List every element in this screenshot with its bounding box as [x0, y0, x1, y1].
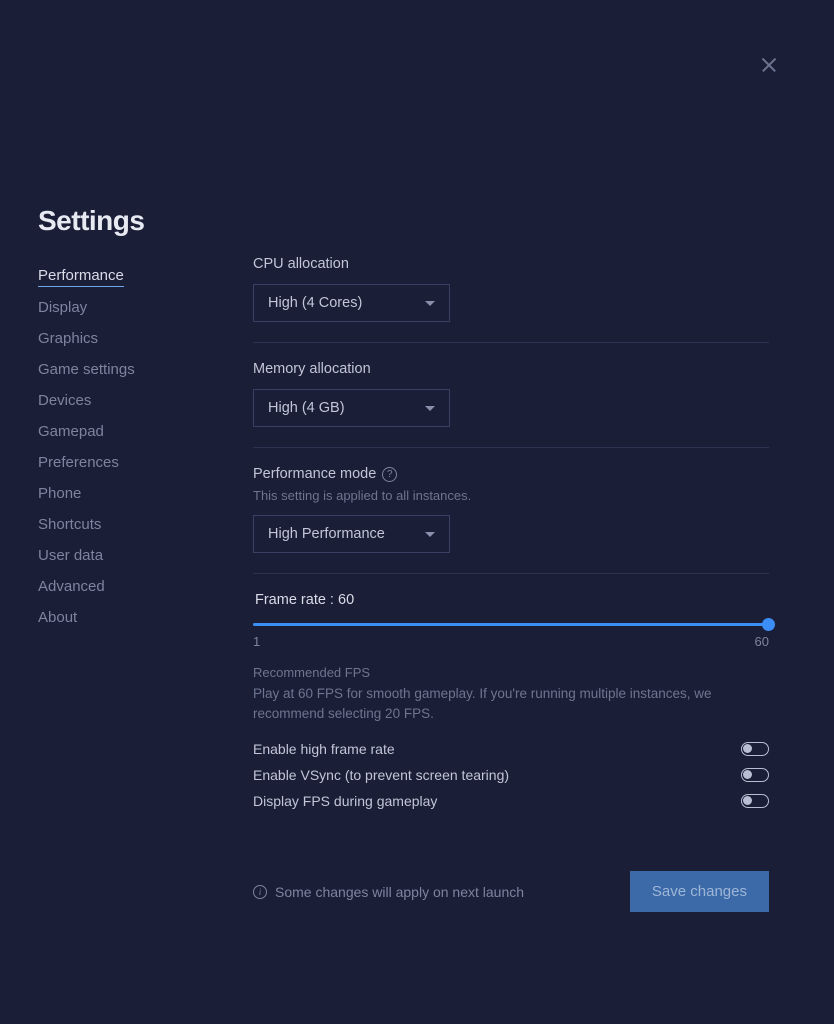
toggle-high-frame-rate[interactable]: [741, 742, 769, 756]
recommended-fps-body: Play at 60 FPS for smooth gameplay. If y…: [253, 684, 769, 723]
performance-mode-note: This setting is applied to all instances…: [253, 488, 769, 503]
info-icon: i: [253, 885, 267, 899]
cpu-allocation-value: High (4 Cores): [268, 295, 362, 311]
sidebar-item-user-data[interactable]: User data: [38, 540, 253, 571]
memory-allocation-label: Memory allocation: [253, 361, 769, 377]
help-icon[interactable]: ?: [382, 467, 397, 482]
frame-rate-slider[interactable]: [253, 618, 769, 630]
sidebar-item-advanced[interactable]: Advanced: [38, 571, 253, 602]
toggle-display-fps-label: Display FPS during gameplay: [253, 793, 437, 809]
footer-note: i Some changes will apply on next launch: [253, 884, 524, 900]
sidebar-item-devices[interactable]: Devices: [38, 385, 253, 416]
chevron-down-icon: [425, 532, 435, 537]
cpu-allocation-dropdown[interactable]: High (4 Cores): [253, 284, 450, 322]
performance-mode-value: High Performance: [268, 526, 385, 542]
sidebar-item-performance[interactable]: Performance: [38, 260, 124, 287]
slider-min: 1: [253, 634, 260, 649]
sidebar-item-display[interactable]: Display: [38, 292, 253, 323]
recommended-fps-title: Recommended FPS: [253, 665, 769, 680]
memory-allocation-value: High (4 GB): [268, 400, 345, 416]
toggle-vsync[interactable]: [741, 768, 769, 782]
sidebar: Performance Display Graphics Game settin…: [38, 200, 253, 912]
sidebar-item-game-settings[interactable]: Game settings: [38, 354, 253, 385]
sidebar-item-phone[interactable]: Phone: [38, 478, 253, 509]
save-changes-button[interactable]: Save changes: [630, 871, 769, 912]
chevron-down-icon: [425, 301, 435, 306]
sidebar-item-preferences[interactable]: Preferences: [38, 447, 253, 478]
performance-mode-label: Performance mode ?: [253, 466, 769, 482]
toggle-high-frame-rate-label: Enable high frame rate: [253, 741, 395, 757]
sidebar-item-graphics[interactable]: Graphics: [38, 323, 253, 354]
sidebar-item-about[interactable]: About: [38, 602, 253, 633]
slider-thumb[interactable]: [762, 618, 775, 631]
frame-rate-label: Frame rate : 60: [253, 592, 769, 608]
memory-allocation-dropdown[interactable]: High (4 GB): [253, 389, 450, 427]
main-panel: CPU allocation High (4 Cores) Memory all…: [253, 200, 769, 912]
page-title: Settings: [38, 205, 144, 237]
sidebar-item-shortcuts[interactable]: Shortcuts: [38, 509, 253, 540]
performance-mode-dropdown[interactable]: High Performance: [253, 515, 450, 553]
toggle-vsync-label: Enable VSync (to prevent screen tearing): [253, 767, 509, 783]
slider-max: 60: [755, 634, 769, 649]
cpu-allocation-label: CPU allocation: [253, 256, 769, 272]
chevron-down-icon: [425, 406, 435, 411]
close-icon[interactable]: [760, 56, 778, 74]
sidebar-item-gamepad[interactable]: Gamepad: [38, 416, 253, 447]
toggle-display-fps[interactable]: [741, 794, 769, 808]
